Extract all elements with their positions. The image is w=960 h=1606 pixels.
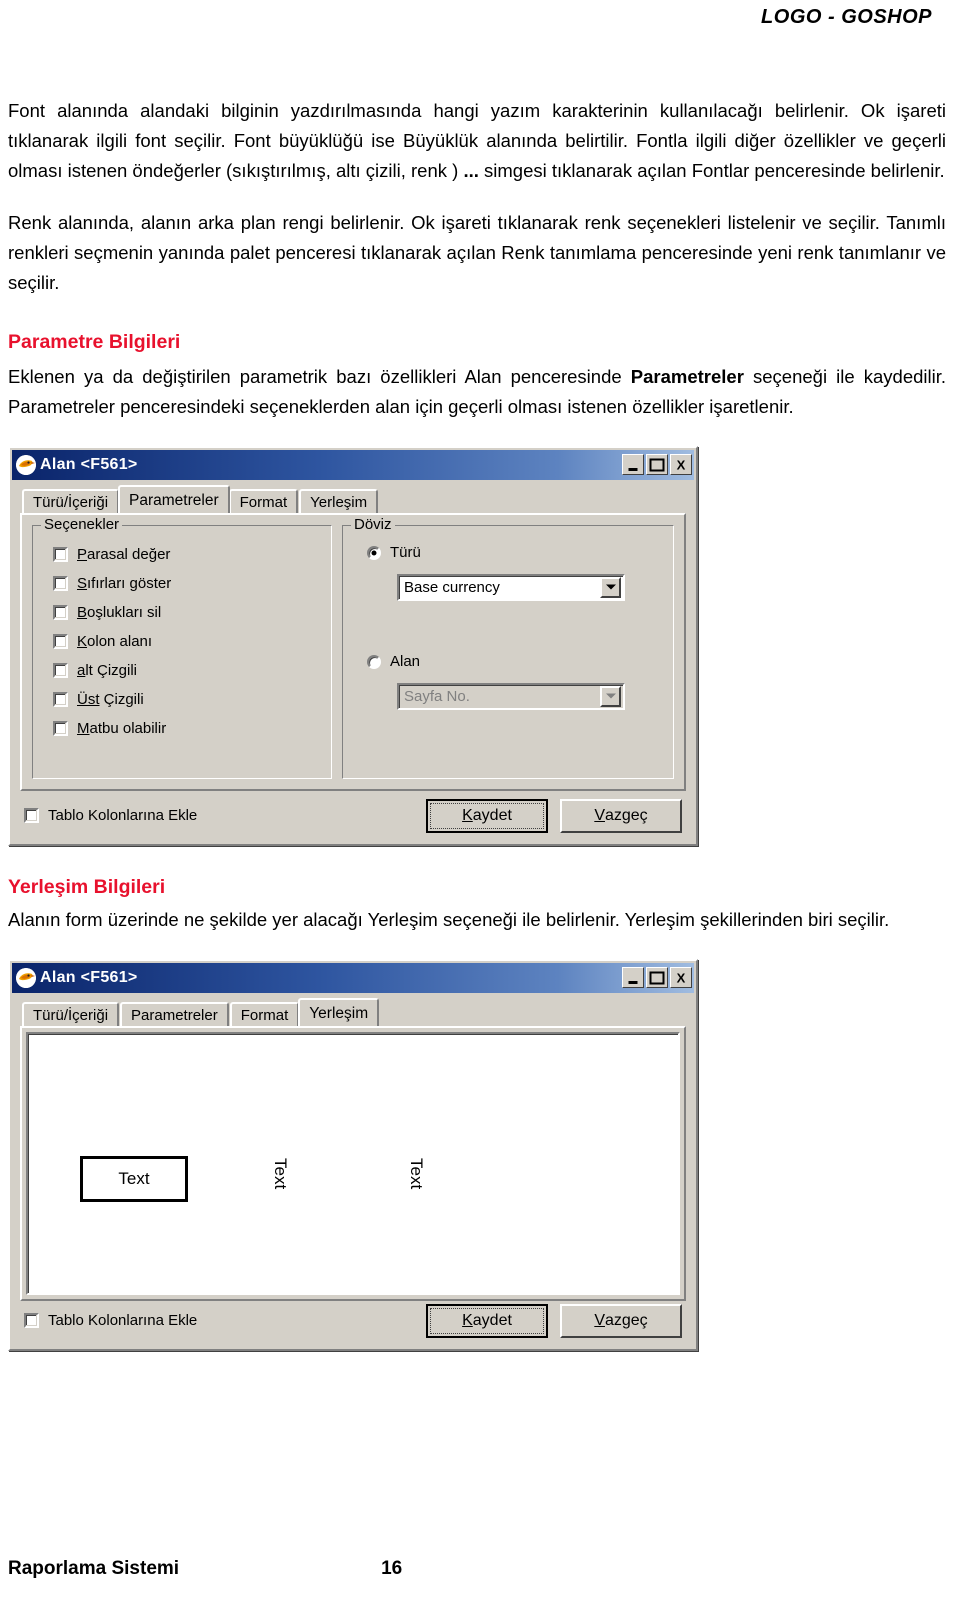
tab-parametreler[interactable]: Parametreler: [118, 484, 230, 513]
chevron-down-icon[interactable]: [600, 576, 621, 598]
document-page: LOGO - GOSHOP Font alanında alandaki bil…: [0, 0, 960, 1606]
checkbox-label-tablo-kolonlarina-ekle: Tablo Kolonlarına Ekle: [48, 1312, 198, 1330]
heading-yerlesim-bilgileri: Yerleşim Bilgileri: [8, 875, 166, 898]
cancel-button[interactable]: Vazgeç: [560, 1303, 682, 1338]
maximize-button[interactable]: [646, 454, 668, 476]
cancel-button[interactable]: Vazgeç: [560, 798, 682, 833]
page-number: 16: [381, 1558, 403, 1579]
app-bird-icon: [16, 967, 36, 988]
close-icon[interactable]: X: [670, 454, 692, 476]
checkbox-row-ust-cizgili[interactable]: Üst Çizgili: [43, 685, 321, 714]
checkbox-tablo-kolonlarina-ekle[interactable]: [24, 808, 39, 824]
radio-row-alan[interactable]: Alan: [353, 649, 663, 675]
minimize-button[interactable]: [622, 967, 644, 989]
heading-parametre-bilgileri: Parametre Bilgileri: [8, 330, 181, 353]
checkbox-row-tablo-kolonlarina-ekle[interactable]: Tablo Kolonlarına Ekle: [24, 801, 197, 830]
paragraph-font-ellipsis: ...: [463, 159, 479, 181]
radio-alan[interactable]: [367, 654, 381, 669]
checkbox-sifirlari-goster[interactable]: [53, 575, 68, 591]
checkbox-label-tablo-kolonlarina-ekle: Tablo Kolonlarına Ekle: [48, 807, 198, 825]
checkbox-label-bosluklari-sil: Boşlukları sil: [77, 603, 162, 621]
radio-row-turu[interactable]: Türü: [353, 540, 663, 566]
checkbox-kolon-alani[interactable]: [53, 633, 68, 649]
checkbox-row-parasal-deger[interactable]: Parasal değer: [43, 540, 321, 569]
dialog-parametreler-footer: Tablo Kolonlarına Ekle Kaydet Vazgeç: [10, 788, 696, 844]
dialog-parametreler[interactable]: Alan <F561> X Türü/İçeriği Parametreler …: [8, 445, 698, 846]
group-doviz-legend: Döviz: [351, 516, 395, 532]
layout-sample-rotated-2[interactable]: Text: [406, 1158, 426, 1189]
layout-sample-rotated-1[interactable]: Text: [270, 1158, 290, 1189]
combobox-doviz-turu[interactable]: Base currency: [397, 573, 625, 601]
radio-label-turu: Türü: [390, 544, 421, 562]
checkbox-parasal-deger[interactable]: [53, 546, 68, 562]
app-bird-icon: [16, 454, 36, 475]
paragraph-yerlesim: Alanın form üzerinde ne şekilde yer alac…: [8, 908, 890, 930]
checkbox-row-tablo-kolonlarina-ekle[interactable]: Tablo Kolonlarına Ekle: [24, 1306, 197, 1335]
tab-parametreler[interactable]: Parametreler: [120, 1001, 229, 1026]
dialog-yerlesim-panel: Text Text Text: [20, 1025, 686, 1301]
checkbox-label-kolon-alani: Kolon alanı: [77, 632, 153, 650]
checkbox-row-bosluklari-sil[interactable]: Boşlukları sil: [43, 598, 321, 627]
doviz-group-spacer: [353, 601, 663, 649]
checkbox-row-sifirlari-goster[interactable]: Sıfırları göster: [43, 569, 321, 598]
dialog-yerlesim-title: Alan <F561>: [40, 968, 138, 986]
tab-turu-icerigi[interactable]: Türü/İçeriği: [22, 488, 120, 513]
checkbox-label-sifirlari-goster: Sıfırları göster: [77, 574, 172, 592]
paragraph-font: Font alanında alandaki bilginin yazdırıl…: [8, 96, 946, 186]
checkbox-matbu-olabilir[interactable]: [53, 720, 68, 736]
tab-format[interactable]: Format: [229, 1001, 300, 1026]
save-button[interactable]: Kaydet: [426, 798, 548, 833]
document-footer: Raporlama Sistemi 16: [8, 1558, 946, 1580]
radio-label-alan: Alan: [390, 653, 421, 671]
group-secenekler: Seçenekler Parasal değer Sıfırları göste…: [32, 516, 332, 779]
dialog-parametreler-titlebar[interactable]: Alan <F561> X: [12, 449, 694, 480]
tab-yerlesim[interactable]: Yerleşim: [299, 488, 379, 513]
checkbox-row-alt-cizgili[interactable]: alt Çizgili: [43, 656, 321, 685]
layout-preview-canvas[interactable]: Text Text Text: [26, 1031, 680, 1295]
dialog-yerlesim-tabs[interactable]: Türü/İçeriği Parametreler Format Yerleşi…: [22, 997, 696, 1026]
group-secenekler-legend: Seçenekler: [41, 516, 123, 532]
dialog-yerlesim-titlebar[interactable]: Alan <F561> X: [12, 962, 694, 993]
checkbox-label-parasal-deger: Parasal değer: [77, 545, 171, 563]
checkbox-bosluklari-sil[interactable]: [53, 604, 68, 620]
radio-turu[interactable]: [367, 545, 381, 560]
paragraph-parametre: Eklenen ya da değiştirilen parametrik ba…: [8, 362, 946, 422]
chevron-down-icon[interactable]: [600, 685, 621, 707]
minimize-button[interactable]: [622, 454, 644, 476]
checkbox-label-matbu-olabilir: Matbu olabilir: [77, 719, 167, 737]
checkbox-row-matbu-olabilir[interactable]: Matbu olabilir: [43, 714, 321, 743]
tab-yerlesim[interactable]: Yerleşim: [298, 997, 380, 1026]
combobox-doviz-alan-value: Sayfa No.: [404, 687, 470, 705]
checkbox-tablo-kolonlarina-ekle[interactable]: [24, 1313, 39, 1329]
tab-turu-icerigi[interactable]: Türü/İçeriği: [22, 1001, 120, 1026]
paragraph-font-part2: simgesi tıklanarak açılan Fontlar pencer…: [478, 159, 945, 181]
paragraph-parametre-bold: Parametreler: [630, 365, 744, 387]
checkbox-label-ust-cizgili: Üst Çizgili: [77, 690, 144, 708]
dialog-yerlesim-window-buttons[interactable]: X: [622, 967, 692, 989]
checkbox-ust-cizgili[interactable]: [53, 691, 68, 707]
save-button[interactable]: Kaydet: [426, 1303, 548, 1338]
close-icon[interactable]: X: [670, 967, 692, 989]
dialog-yerlesim[interactable]: Alan <F561> X Türü/İçeriği Parametreler …: [8, 958, 698, 1351]
combobox-doviz-alan[interactable]: Sayfa No.: [397, 682, 625, 710]
dialog-parametreler-window-buttons[interactable]: X: [622, 454, 692, 476]
checkbox-alt-cizgili[interactable]: [53, 662, 68, 678]
paragraph-parametre-part1: Eklenen ya da değiştirilen parametrik ba…: [8, 365, 631, 387]
layout-sample-horizontal[interactable]: Text: [80, 1155, 188, 1202]
maximize-button[interactable]: [646, 967, 668, 989]
checkbox-label-alt-cizgili: alt Çizgili: [77, 661, 138, 679]
document-header-logo: LOGO - GOSHOP: [761, 6, 932, 28]
dialog-parametreler-tabs[interactable]: Türü/İçeriği Parametreler Format Yerleşi…: [22, 484, 696, 513]
footer-title: Raporlama Sistemi: [8, 1558, 180, 1579]
paragraph-renk: Renk alanında, alanın arka plan rengi be…: [8, 211, 946, 293]
checkbox-row-kolon-alani[interactable]: Kolon alanı: [43, 627, 321, 656]
group-doviz: Döviz Türü Base currency Alan Sayfa No.: [342, 516, 674, 779]
dialog-yerlesim-footer: Tablo Kolonlarına Ekle Kaydet Vazgeç: [10, 1293, 696, 1349]
tab-format[interactable]: Format: [228, 488, 299, 513]
combobox-doviz-turu-value: Base currency: [404, 578, 500, 596]
dialog-parametreler-panel: Seçenekler Parasal değer Sıfırları göste…: [20, 512, 686, 791]
dialog-parametreler-title: Alan <F561>: [40, 455, 138, 473]
